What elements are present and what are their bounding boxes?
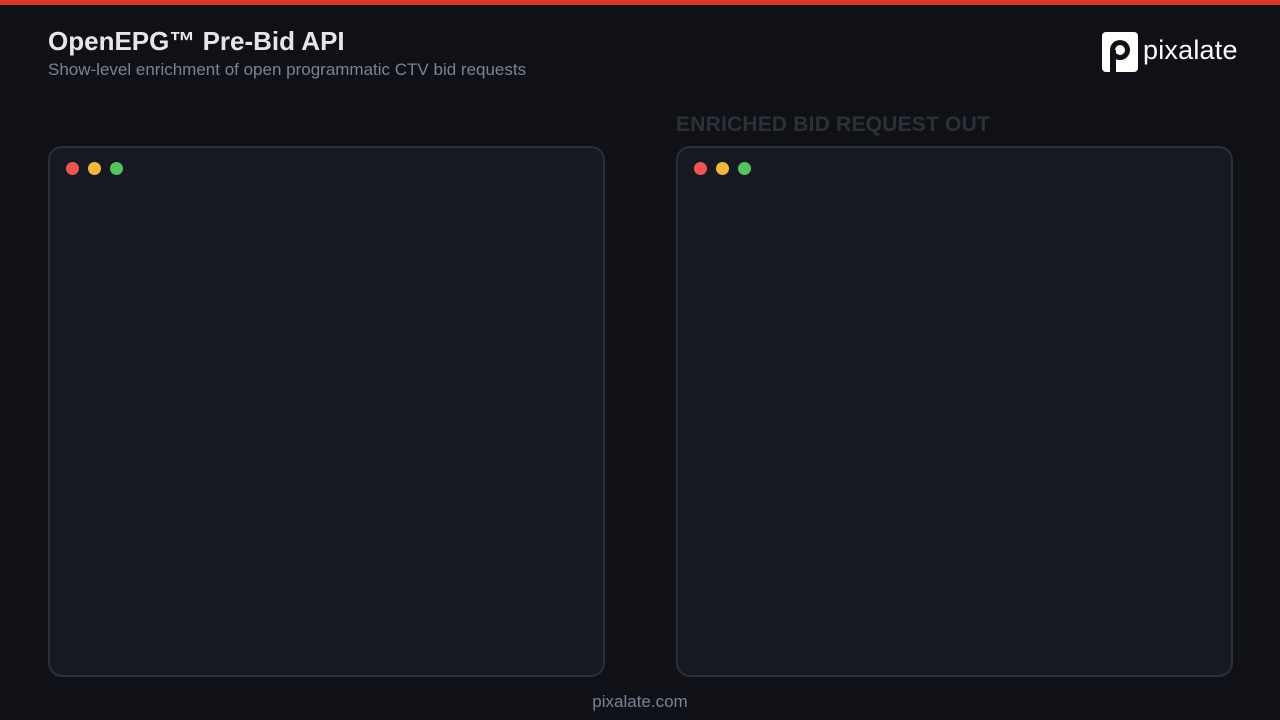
right-panel-label: ENRICHED BID REQUEST OUT [676,113,990,136]
accent-top-bar [0,0,1280,5]
maximize-dot-icon [738,162,751,175]
page-header: OpenEPG™ Pre-Bid API Show-level enrichme… [48,26,526,81]
pixalate-logo: pixalate [1102,32,1238,72]
maximize-dot-icon [110,162,123,175]
logo-wordmark: pixalate [1143,35,1238,65]
close-dot-icon [694,162,707,175]
left-code-window [48,146,605,677]
minimize-dot-icon [716,162,729,175]
window-controls [66,162,132,175]
pixalate-logo-icon [1102,32,1138,72]
page-title: OpenEPG™ Pre-Bid API [48,26,345,56]
window-controls [694,162,760,175]
footer-url[interactable]: pixalate.com [0,692,1280,712]
close-dot-icon [66,162,79,175]
page-subtitle: Show-level enrichment of open programmat… [48,60,527,79]
minimize-dot-icon [88,162,101,175]
right-code-window [676,146,1233,677]
